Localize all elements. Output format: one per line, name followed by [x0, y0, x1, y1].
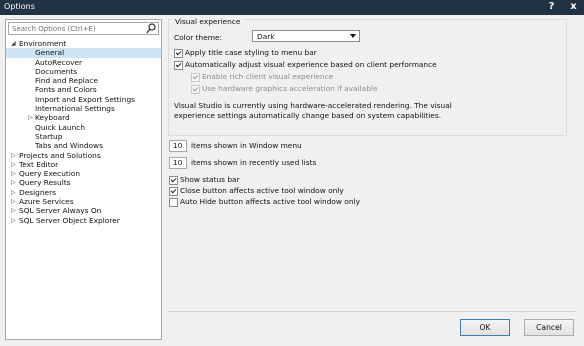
tree-item-label: Query Results: [19, 178, 71, 188]
tree-item-label: International Settings: [35, 104, 115, 114]
tree-item-tabs-and-windows[interactable]: Tabs and Windows: [6, 141, 161, 150]
rendering-info-line2: experience settings automatically change…: [174, 111, 442, 120]
collapsed-arrow-icon[interactable]: ▷: [11, 151, 16, 160]
tree-item-label: Environment: [19, 39, 67, 48]
collapsed-arrow-icon[interactable]: ▷: [11, 197, 16, 206]
tree-item-label: General: [35, 48, 65, 58]
tree-item-label: Tabs and Windows: [35, 141, 103, 151]
tree-item-label: Keyboard: [35, 113, 70, 123]
auto-hide-checkbox[interactable]: [169, 198, 178, 207]
tree-item-autorecover[interactable]: AutoRecover: [6, 58, 161, 67]
hw-accel-label: Use hardware graphics acceleration if av…: [202, 84, 378, 93]
help-button[interactable]: ?: [541, 0, 562, 14]
window-menu-count-input[interactable]: 10: [169, 140, 187, 152]
tree-item-label: Text Editor: [19, 159, 59, 169]
tree-item-label: Startup: [35, 131, 63, 141]
collapsed-arrow-icon[interactable]: ▷: [11, 160, 16, 169]
tree-item-environment[interactable]: ◢ Environment: [6, 39, 161, 48]
window-menu-count-label: items shown in Window menu: [191, 141, 302, 150]
rich-client-checkbox: [191, 73, 200, 82]
tree-item-quick-launch[interactable]: Quick Launch: [6, 123, 161, 132]
tree-item-azure-services[interactable]: ▷ Azure Services: [6, 197, 161, 206]
tree-item-sql-server-always-on[interactable]: ▷ SQL Server Always On: [6, 206, 161, 215]
chevron-down-icon: [350, 34, 356, 38]
title-bar: Options ? x: [0, 0, 584, 15]
ok-button[interactable]: OK: [460, 319, 510, 336]
bottom-separator: [168, 311, 576, 312]
color-theme-label: Color theme:: [174, 33, 223, 42]
tree-item-import-export-settings[interactable]: Import and Export Settings: [6, 95, 161, 104]
collapsed-arrow-icon[interactable]: ▷: [11, 188, 16, 197]
tree-item-fonts-and-colors[interactable]: Fonts and Colors: [6, 85, 161, 94]
tree-item-keyboard[interactable]: ▷ Keyboard: [6, 113, 161, 122]
apply-title-case-checkbox[interactable]: [174, 49, 183, 58]
tree-item-label: Fonts and Colors: [35, 85, 97, 95]
tree-item-label: Documents: [35, 66, 78, 76]
tree-item-query-execution[interactable]: ▷ Query Execution: [6, 169, 161, 178]
tree-item-label: Quick Launch: [35, 122, 86, 132]
hw-accel-checkbox: [191, 85, 200, 94]
tree-item-projects-and-solutions[interactable]: ▷ Projects and Solutions: [6, 151, 161, 160]
recent-lists-count-label: items shown in recently used lists: [191, 158, 317, 167]
collapsed-arrow-icon[interactable]: ▷: [11, 206, 16, 215]
color-theme-value: Dark: [257, 32, 275, 41]
close-button-checkbox[interactable]: [169, 187, 178, 196]
tree-item-label: Import and Export Settings: [35, 94, 135, 104]
search-icon[interactable]: [146, 23, 156, 34]
recent-lists-count-input[interactable]: 10: [169, 157, 187, 169]
tree-item-general[interactable]: General: [6, 48, 161, 58]
tree-item-find-and-replace[interactable]: Find and Replace: [6, 76, 161, 85]
tree-item-label: Azure Services: [19, 197, 74, 207]
collapsed-arrow-icon[interactable]: ▷: [28, 113, 33, 122]
show-status-bar-checkbox[interactable]: [169, 176, 178, 185]
window-title: Options: [4, 2, 35, 11]
tree-item-label: Query Execution: [19, 169, 81, 179]
auto-adjust-label: Automatically adjust visual experience b…: [185, 60, 437, 69]
expanded-arrow-icon[interactable]: ◢: [11, 39, 16, 48]
collapsed-arrow-icon[interactable]: ▷: [11, 178, 16, 187]
tree-item-label: Designers: [19, 187, 56, 197]
options-tree-panel: ◢ Environment General AutoRecover Docume…: [5, 19, 162, 340]
tree-item-label: SQL Server Always On: [19, 206, 102, 216]
tree-item-international-settings[interactable]: International Settings: [6, 104, 161, 113]
tree-item-label: AutoRecover: [35, 57, 83, 67]
close-button-label: Close button affects active tool window …: [180, 186, 344, 195]
tree-item-designers[interactable]: ▷ Designers: [6, 188, 161, 197]
auto-adjust-checkbox[interactable]: [174, 61, 183, 70]
auto-hide-label: Auto Hide button affects active tool win…: [180, 197, 360, 206]
close-button[interactable]: x: [563, 0, 584, 14]
tree-item-sql-server-object-explorer[interactable]: ▷ SQL Server Object Explorer: [6, 216, 161, 225]
apply-title-case-label: Apply title case styling to menu bar: [185, 48, 317, 57]
visual-experience-title: Visual experience: [172, 17, 244, 26]
options-tree: ◢ Environment General AutoRecover Docume…: [6, 39, 161, 225]
collapsed-arrow-icon[interactable]: ▷: [11, 216, 16, 225]
tree-item-label: Projects and Solutions: [19, 150, 101, 160]
tree-item-query-results[interactable]: ▷ Query Results: [6, 178, 161, 187]
rendering-info-line1: Visual Studio is currently using hardwar…: [174, 101, 452, 110]
show-status-bar-label: Show status bar: [180, 175, 240, 184]
tree-item-documents[interactable]: Documents: [6, 67, 161, 76]
color-theme-select[interactable]: Dark: [252, 30, 360, 42]
tree-item-startup[interactable]: Startup: [6, 132, 161, 141]
rich-client-label: Enable rich client visual experience: [202, 72, 334, 81]
cancel-button[interactable]: Cancel: [524, 319, 574, 336]
tree-item-label: Find and Replace: [35, 76, 98, 86]
tree-item-label: SQL Server Object Explorer: [19, 215, 120, 225]
collapsed-arrow-icon[interactable]: ▷: [11, 169, 16, 178]
search-box[interactable]: [8, 22, 159, 35]
tree-item-text-editor[interactable]: ▷ Text Editor: [6, 160, 161, 169]
search-input[interactable]: [10, 23, 142, 34]
